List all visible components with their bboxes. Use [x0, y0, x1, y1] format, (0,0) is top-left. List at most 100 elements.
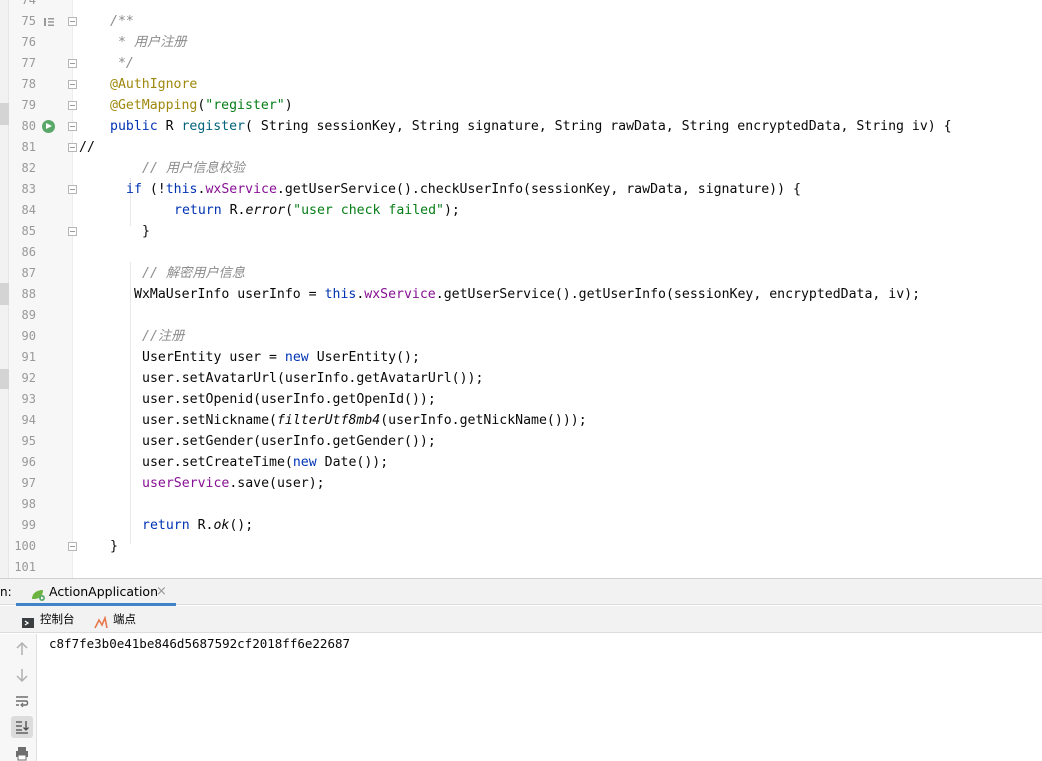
close-icon[interactable]: × [156, 579, 167, 605]
run-label: n: [0, 585, 12, 599]
code-text: } [110, 539, 118, 554]
code-line: 97 userService.save(user); [0, 473, 1042, 494]
fold-marker[interactable] [68, 542, 77, 551]
up-arrow-icon[interactable] [11, 638, 33, 660]
endpoints-icon [94, 613, 108, 629]
line-number: 83 [21, 182, 36, 196]
console-output[interactable]: c8f7fe3b0e41be846d5687592cf2018ff6e22687 [49, 636, 350, 652]
code-line: 76 * 用户注册 [0, 32, 1042, 53]
tab-action-application[interactable]: ActionApplication × [16, 579, 176, 606]
code-line: 100 } [0, 536, 1042, 557]
line-number: 92 [21, 371, 36, 385]
code-line: 78 @AuthIgnore [0, 74, 1042, 95]
fold-marker[interactable] [68, 101, 77, 110]
code-text: //注册 [142, 329, 185, 344]
line-number: 93 [21, 392, 36, 406]
fold-marker[interactable] [68, 185, 77, 194]
fold-marker[interactable] [68, 227, 77, 236]
tab-label: 端点 [113, 612, 136, 626]
line-number: 78 [21, 77, 36, 91]
line-number: 90 [21, 329, 36, 343]
console-tab-bar: 控制台 端点 [0, 606, 1042, 633]
line-number: 89 [21, 308, 36, 322]
code-line: 91 UserEntity user = new UserEntity(); [0, 347, 1042, 368]
code-text: WxMaUserInfo userInfo = this.wxService.g… [134, 287, 921, 302]
code-line: 79 @GetMapping("register") [0, 95, 1042, 116]
run-gutter-icon[interactable] [42, 120, 55, 133]
code-text: public R register( String sessionKey, St… [110, 119, 952, 134]
soft-wrap-icon[interactable] [11, 690, 33, 712]
line-number: 87 [21, 266, 36, 280]
run-tool-window: n: ActionApplication × 控制台 端点 c8f7fe3b0e… [0, 578, 1042, 761]
line-number: 79 [21, 98, 36, 112]
code-line: 81 // [0, 137, 1042, 158]
line-number: 74 [21, 0, 36, 7]
line-number: 94 [21, 413, 36, 427]
code-text: UserEntity user = new UserEntity(); [142, 350, 420, 365]
code-line: 90 //注册 [0, 326, 1042, 347]
line-number: 99 [21, 518, 36, 532]
code-text: user.setAvatarUrl(userInfo.getAvatarUrl(… [142, 371, 484, 386]
code-line: 96 user.setCreateTime(new Date()); [0, 452, 1042, 473]
tab-endpoints[interactable]: 端点 [94, 606, 154, 633]
print-icon[interactable] [11, 742, 33, 761]
line-number: 101 [14, 560, 36, 574]
console-icon [21, 613, 35, 628]
down-arrow-icon[interactable] [11, 664, 33, 686]
line-number: 95 [21, 434, 36, 448]
code-text: /** [110, 14, 134, 29]
code-text: user.setOpenid(userInfo.getOpenId()); [142, 392, 436, 407]
code-text: // 用户信息校验 [142, 161, 245, 176]
code-text: // 解密用户信息 [142, 266, 245, 281]
fold-marker[interactable] [68, 80, 77, 89]
line-number: 76 [21, 35, 36, 49]
line-number: 96 [21, 455, 36, 469]
code-line: 95 user.setGender(userInfo.getGender()); [0, 431, 1042, 452]
fold-marker[interactable] [68, 143, 77, 152]
code-line: 74 [0, 0, 1042, 11]
line-number: 91 [21, 350, 36, 364]
code-text: return R.error("user check failed"); [174, 203, 460, 218]
line-number: 88 [21, 287, 36, 301]
spring-boot-icon [30, 586, 46, 601]
code-line: 101 [0, 557, 1042, 578]
code-text: // [79, 140, 95, 155]
doc-comment-icon[interactable] [43, 16, 55, 28]
code-text: if (!this.wxService.getUserService().che… [126, 182, 801, 197]
code-line: 82 // 用户信息校验 [0, 158, 1042, 179]
fold-marker[interactable] [68, 59, 77, 68]
code-text: } [142, 224, 150, 239]
run-tab-bar: n: ActionApplication × [0, 579, 1042, 606]
code-text: return R.ok(); [142, 518, 254, 533]
code-line: 88 WxMaUserInfo userInfo = this.wxServic… [0, 284, 1042, 305]
code-line: 77 */ [0, 53, 1042, 74]
tab-console[interactable]: 控制台 [21, 606, 81, 633]
line-number: 80 [21, 119, 36, 133]
tab-label: 控制台 [40, 612, 75, 626]
fold-marker[interactable] [68, 122, 77, 131]
code-text: */ [110, 56, 134, 71]
code-line: 98 [0, 494, 1042, 515]
code-line: 92 user.setAvatarUrl(userInfo.getAvatarU… [0, 368, 1042, 389]
code-line: 75 /** [0, 11, 1042, 32]
line-number: 75 [21, 14, 36, 28]
code-line: 86 [0, 242, 1042, 263]
line-number: 77 [21, 56, 36, 70]
code-line: 83 if (!this.wxService.getUserService().… [0, 179, 1042, 200]
line-number: 86 [21, 245, 36, 259]
code-text: user.setNickname(filterUtf8mb4(userInfo.… [142, 413, 587, 428]
line-number: 84 [21, 203, 36, 217]
code-line: 84 return R.error("user check failed"); [0, 200, 1042, 221]
code-text: userService.save(user); [142, 476, 325, 491]
code-line: 89 [0, 305, 1042, 326]
line-number: 85 [21, 224, 36, 238]
code-text: user.setCreateTime(new Date()); [142, 455, 389, 470]
scroll-to-end-icon[interactable] [11, 716, 33, 738]
code-editor[interactable]: 74 75 /** 76 * 用户注册 77 */ 78 @AuthIgnore… [0, 0, 1042, 578]
code-text: @AuthIgnore [110, 77, 198, 92]
console-toolbar [0, 634, 37, 761]
code-text: * 用户注册 [110, 35, 187, 50]
fold-marker[interactable] [68, 17, 77, 26]
line-number: 82 [21, 161, 36, 175]
code-line: 87 // 解密用户信息 [0, 263, 1042, 284]
